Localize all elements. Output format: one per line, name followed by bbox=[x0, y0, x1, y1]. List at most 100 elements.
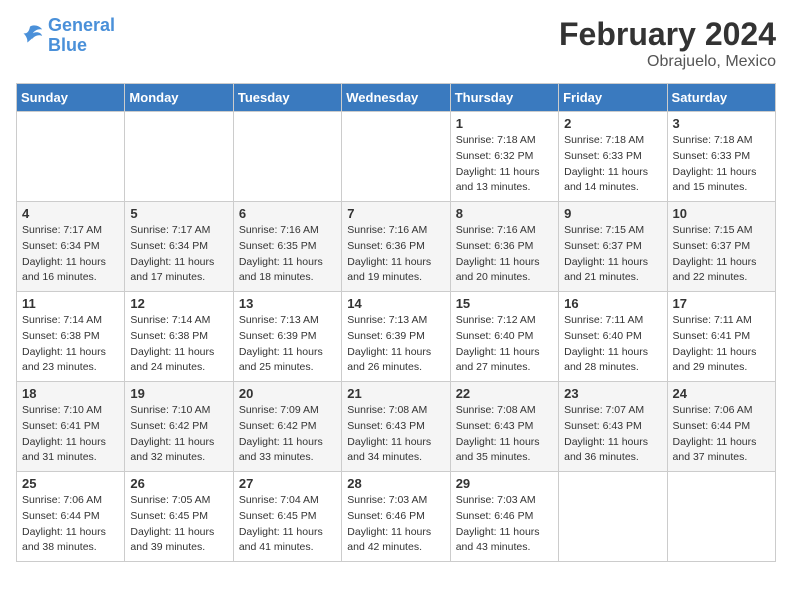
calendar-cell: 7 Sunrise: 7:16 AM Sunset: 6:36 PM Daylig… bbox=[342, 202, 450, 292]
calendar-cell: 14Sunrise: 7:13 AM Sunset: 6:39 PM Dayli… bbox=[342, 292, 450, 382]
calendar-cell: 19Sunrise: 7:10 AM Sunset: 6:42 PM Dayli… bbox=[125, 382, 233, 472]
day-number: 29 bbox=[456, 476, 553, 491]
page-header: General Blue February 2024 Obrajuelo, Me… bbox=[16, 16, 776, 71]
day-info: Sunrise: 7:06 AM Sunset: 6:44 PM Dayligh… bbox=[673, 403, 770, 466]
calendar-cell: 20 Sunrise: 7:09 AM Sunset: 6:42 PM Dayli… bbox=[233, 382, 341, 472]
calendar-title: February 2024 bbox=[559, 16, 776, 53]
calendar-cell: 21 Sunrise: 7:08 AM Sunset: 6:43 PM Dayli… bbox=[342, 382, 450, 472]
calendar-cell: 18 Sunrise: 7:10 AM Sunset: 6:41 PM Dayli… bbox=[17, 382, 125, 472]
calendar-location: Obrajuelo, Mexico bbox=[559, 53, 776, 71]
day-info: Sunrise: 7:12 AM Sunset: 6:40 PM Dayligh… bbox=[456, 313, 553, 376]
calendar-cell: 26 Sunrise: 7:05 AM Sunset: 6:45 PM Dayli… bbox=[125, 472, 233, 562]
day-info: Sunrise: 7:07 AM Sunset: 6:43 PM Dayligh… bbox=[564, 403, 661, 466]
day-number: 16 bbox=[564, 296, 661, 311]
calendar-table: SundayMondayTuesdayWednesdayThursdayFrid… bbox=[16, 83, 776, 562]
day-info: Sunrise: 7:05 AM Sunset: 6:45 PM Dayligh… bbox=[130, 493, 227, 556]
day-number: 4 bbox=[22, 206, 119, 221]
weekday-header-monday: Monday bbox=[125, 84, 233, 112]
day-info: Sunrise: 7:08 AM Sunset: 6:43 PM Dayligh… bbox=[456, 403, 553, 466]
day-number: 26 bbox=[130, 476, 227, 491]
day-number: 15 bbox=[456, 296, 553, 311]
day-number: 28 bbox=[347, 476, 444, 491]
day-number: 23 bbox=[564, 386, 661, 401]
logo-text: General Blue bbox=[48, 16, 115, 56]
weekday-header-tuesday: Tuesday bbox=[233, 84, 341, 112]
calendar-cell: 3 Sunrise: 7:18 AM Sunset: 6:33 PM Daylig… bbox=[667, 112, 775, 202]
calendar-cell bbox=[667, 472, 775, 562]
title-block: February 2024 Obrajuelo, Mexico bbox=[559, 16, 776, 71]
calendar-cell: 5 Sunrise: 7:17 AM Sunset: 6:34 PM Daylig… bbox=[125, 202, 233, 292]
day-number: 2 bbox=[564, 116, 661, 131]
logo: General Blue bbox=[16, 16, 115, 56]
day-info: Sunrise: 7:16 AM Sunset: 6:35 PM Dayligh… bbox=[239, 223, 336, 286]
calendar-cell: 22 Sunrise: 7:08 AM Sunset: 6:43 PM Dayli… bbox=[450, 382, 558, 472]
day-info: Sunrise: 7:18 AM Sunset: 6:33 PM Dayligh… bbox=[673, 133, 770, 196]
calendar-cell bbox=[125, 112, 233, 202]
day-number: 7 bbox=[347, 206, 444, 221]
calendar-week-row: 1 Sunrise: 7:18 AM Sunset: 6:32 PM Daylig… bbox=[17, 112, 776, 202]
day-number: 20 bbox=[239, 386, 336, 401]
calendar-cell bbox=[17, 112, 125, 202]
day-number: 10 bbox=[673, 206, 770, 221]
calendar-cell: 17Sunrise: 7:11 AM Sunset: 6:41 PM Dayli… bbox=[667, 292, 775, 382]
calendar-week-row: 11Sunrise: 7:14 AM Sunset: 6:38 PM Dayli… bbox=[17, 292, 776, 382]
weekday-header-sunday: Sunday bbox=[17, 84, 125, 112]
day-number: 12 bbox=[130, 296, 227, 311]
weekday-header-saturday: Saturday bbox=[667, 84, 775, 112]
day-info: Sunrise: 7:15 AM Sunset: 6:37 PM Dayligh… bbox=[564, 223, 661, 286]
calendar-cell: 29Sunrise: 7:03 AM Sunset: 6:46 PM Dayli… bbox=[450, 472, 558, 562]
calendar-cell: 28 Sunrise: 7:03 AM Sunset: 6:46 PM Dayli… bbox=[342, 472, 450, 562]
logo-icon bbox=[16, 22, 44, 50]
calendar-cell: 2Sunrise: 7:18 AM Sunset: 6:33 PM Daylig… bbox=[559, 112, 667, 202]
day-number: 9 bbox=[564, 206, 661, 221]
day-info: Sunrise: 7:08 AM Sunset: 6:43 PM Dayligh… bbox=[347, 403, 444, 466]
day-number: 14 bbox=[347, 296, 444, 311]
calendar-header: SundayMondayTuesdayWednesdayThursdayFrid… bbox=[17, 84, 776, 112]
day-number: 6 bbox=[239, 206, 336, 221]
day-info: Sunrise: 7:16 AM Sunset: 6:36 PM Dayligh… bbox=[456, 223, 553, 286]
day-info: Sunrise: 7:06 AM Sunset: 6:44 PM Dayligh… bbox=[22, 493, 119, 556]
day-info: Sunrise: 7:03 AM Sunset: 6:46 PM Dayligh… bbox=[347, 493, 444, 556]
day-info: Sunrise: 7:17 AM Sunset: 6:34 PM Dayligh… bbox=[22, 223, 119, 286]
calendar-cell: 23 Sunrise: 7:07 AM Sunset: 6:43 PM Dayli… bbox=[559, 382, 667, 472]
day-info: Sunrise: 7:16 AM Sunset: 6:36 PM Dayligh… bbox=[347, 223, 444, 286]
day-number: 21 bbox=[347, 386, 444, 401]
day-info: Sunrise: 7:14 AM Sunset: 6:38 PM Dayligh… bbox=[22, 313, 119, 376]
day-number: 1 bbox=[456, 116, 553, 131]
day-info: Sunrise: 7:17 AM Sunset: 6:34 PM Dayligh… bbox=[130, 223, 227, 286]
weekday-header-thursday: Thursday bbox=[450, 84, 558, 112]
day-info: Sunrise: 7:14 AM Sunset: 6:38 PM Dayligh… bbox=[130, 313, 227, 376]
day-info: Sunrise: 7:11 AM Sunset: 6:41 PM Dayligh… bbox=[673, 313, 770, 376]
day-number: 8 bbox=[456, 206, 553, 221]
day-number: 19 bbox=[130, 386, 227, 401]
calendar-body: 1 Sunrise: 7:18 AM Sunset: 6:32 PM Daylig… bbox=[17, 112, 776, 562]
day-info: Sunrise: 7:09 AM Sunset: 6:42 PM Dayligh… bbox=[239, 403, 336, 466]
day-info: Sunrise: 7:10 AM Sunset: 6:41 PM Dayligh… bbox=[22, 403, 119, 466]
calendar-cell: 6 Sunrise: 7:16 AM Sunset: 6:35 PM Daylig… bbox=[233, 202, 341, 292]
day-number: 3 bbox=[673, 116, 770, 131]
day-info: Sunrise: 7:15 AM Sunset: 6:37 PM Dayligh… bbox=[673, 223, 770, 286]
calendar-cell: 15 Sunrise: 7:12 AM Sunset: 6:40 PM Dayli… bbox=[450, 292, 558, 382]
calendar-week-row: 18 Sunrise: 7:10 AM Sunset: 6:41 PM Dayli… bbox=[17, 382, 776, 472]
calendar-cell: 11Sunrise: 7:14 AM Sunset: 6:38 PM Dayli… bbox=[17, 292, 125, 382]
calendar-cell: 24 Sunrise: 7:06 AM Sunset: 6:44 PM Dayli… bbox=[667, 382, 775, 472]
calendar-cell bbox=[342, 112, 450, 202]
day-number: 22 bbox=[456, 386, 553, 401]
day-number: 18 bbox=[22, 386, 119, 401]
calendar-cell: 27Sunrise: 7:04 AM Sunset: 6:45 PM Dayli… bbox=[233, 472, 341, 562]
calendar-cell: 9 Sunrise: 7:15 AM Sunset: 6:37 PM Daylig… bbox=[559, 202, 667, 292]
calendar-cell: 25 Sunrise: 7:06 AM Sunset: 6:44 PM Dayli… bbox=[17, 472, 125, 562]
day-number: 24 bbox=[673, 386, 770, 401]
calendar-cell: 16 Sunrise: 7:11 AM Sunset: 6:40 PM Dayli… bbox=[559, 292, 667, 382]
day-info: Sunrise: 7:18 AM Sunset: 6:32 PM Dayligh… bbox=[456, 133, 553, 196]
day-number: 25 bbox=[22, 476, 119, 491]
calendar-cell: 1 Sunrise: 7:18 AM Sunset: 6:32 PM Daylig… bbox=[450, 112, 558, 202]
calendar-cell: 10 Sunrise: 7:15 AM Sunset: 6:37 PM Dayli… bbox=[667, 202, 775, 292]
calendar-week-row: 25 Sunrise: 7:06 AM Sunset: 6:44 PM Dayli… bbox=[17, 472, 776, 562]
day-info: Sunrise: 7:13 AM Sunset: 6:39 PM Dayligh… bbox=[239, 313, 336, 376]
calendar-cell: 13Sunrise: 7:13 AM Sunset: 6:39 PM Dayli… bbox=[233, 292, 341, 382]
day-number: 27 bbox=[239, 476, 336, 491]
calendar-cell: 8 Sunrise: 7:16 AM Sunset: 6:36 PM Daylig… bbox=[450, 202, 558, 292]
day-number: 5 bbox=[130, 206, 227, 221]
day-info: Sunrise: 7:11 AM Sunset: 6:40 PM Dayligh… bbox=[564, 313, 661, 376]
